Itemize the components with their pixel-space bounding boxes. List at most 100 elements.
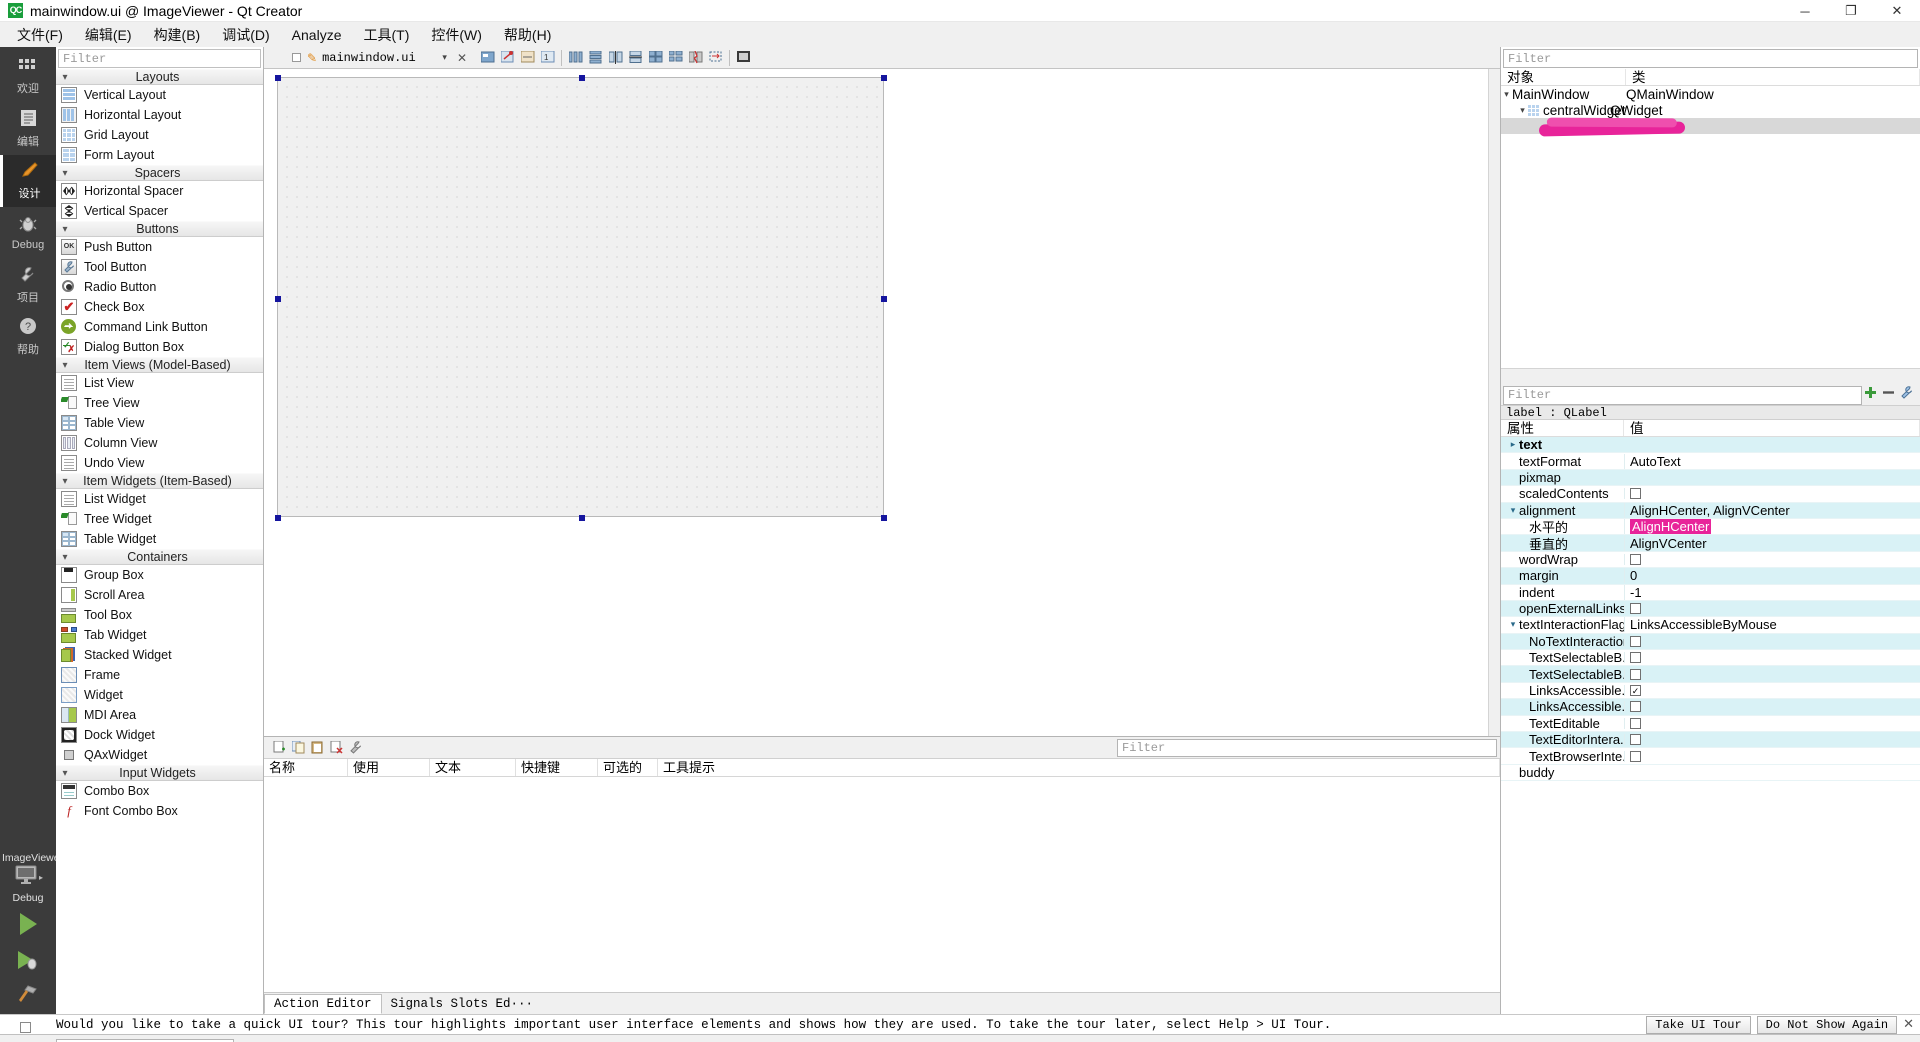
property-value[interactable]: -1: [1624, 584, 1920, 600]
widget-group-input-widgets[interactable]: ▾ Input Widgets: [56, 765, 263, 781]
close-icon[interactable]: ✕: [1903, 1017, 1914, 1032]
paste-icon[interactable]: [308, 739, 327, 757]
property-row-linksaccessible-2[interactable]: LinksAccessible...: [1501, 699, 1920, 716]
property-row-margin[interactable]: margin 0: [1501, 568, 1920, 585]
close-icon[interactable]: ✕: [452, 51, 472, 65]
widget-item-horizontal-spacer[interactable]: Horizontal Spacer: [56, 181, 263, 201]
widget-item-vertical-spacer[interactable]: Vertical Spacer: [56, 201, 263, 221]
widget-item-frame[interactable]: Frame: [56, 665, 263, 685]
resize-handle-tr[interactable]: [881, 75, 887, 81]
edit-buddies-icon[interactable]: [518, 49, 537, 67]
chevron-down-icon[interactable]: ▾: [1501, 89, 1512, 100]
menu-analyze[interactable]: Analyze: [281, 24, 353, 46]
edit-icon[interactable]: [346, 739, 365, 757]
menu-file[interactable]: 文件(F): [6, 22, 74, 48]
property-row-textselectable-2[interactable]: TextSelectableB...: [1501, 666, 1920, 683]
widget-group-containers[interactable]: ▾ Containers: [56, 549, 263, 565]
tree-row-mainwindow[interactable]: ▾ MainWindow QMainWindow: [1501, 86, 1920, 102]
property-row-buddy[interactable]: buddy: [1501, 764, 1920, 782]
edit-widgets-icon[interactable]: [478, 49, 497, 67]
checkbox-unchecked[interactable]: [1630, 734, 1641, 746]
widget-group-spacers[interactable]: ▾ Spacers: [56, 165, 263, 181]
mode-edit[interactable]: 编辑: [0, 103, 56, 155]
checkbox-unchecked[interactable]: [1630, 553, 1641, 565]
kit-project-name[interactable]: ImageViewer: [0, 850, 56, 864]
widget-item-list-view[interactable]: List View: [56, 373, 263, 393]
property-row-indent[interactable]: indent -1: [1501, 584, 1920, 601]
maximize-icon[interactable]: ❐: [1828, 0, 1874, 22]
widget-item-vertical-layout[interactable]: Vertical Layout: [56, 85, 263, 105]
kit-config-row[interactable]: ▸: [0, 864, 56, 890]
widget-item-push-button[interactable]: OK Push Button: [56, 237, 263, 257]
property-row-texteditorinteraction[interactable]: TextEditorIntera...: [1501, 732, 1920, 749]
checkbox-unchecked[interactable]: [1630, 750, 1641, 762]
property-row-scaledcontents[interactable]: scaledContents: [1501, 486, 1920, 503]
widget-item-qax-widget[interactable]: QAxWidget: [56, 745, 263, 765]
form-canvas[interactable]: [264, 69, 1500, 736]
widget-item-tree-widget[interactable]: Tree Widget: [56, 509, 263, 529]
widget-item-tree-view[interactable]: Tree View: [56, 393, 263, 413]
widget-group-buttons[interactable]: ▾ Buttons: [56, 221, 263, 237]
layout-horizontal-icon[interactable]: [566, 49, 585, 67]
property-value[interactable]: 0: [1624, 568, 1920, 584]
widget-item-stacked-widget[interactable]: Stacked Widget: [56, 645, 263, 665]
widget-group-item-views[interactable]: ▾ Item Views (Model-Based): [56, 357, 263, 373]
column-header-text[interactable]: 文本: [430, 759, 516, 776]
property-row-textbrowserinteraction[interactable]: TextBrowserInte...: [1501, 748, 1920, 765]
sidebar-toggle-icon[interactable]: [20, 1021, 31, 1036]
tab-signals-slots-editor[interactable]: Signals Slots Ed···: [382, 995, 543, 1013]
debug-button[interactable]: [0, 944, 56, 980]
property-row-textformat[interactable]: textFormat AutoText: [1501, 453, 1920, 470]
widget-box-filter-input[interactable]: Filter: [58, 49, 261, 68]
chevron-down-icon[interactable]: ▾: [1507, 505, 1519, 516]
layout-grid-icon[interactable]: [646, 49, 665, 67]
edit-tab-order-icon[interactable]: 1: [538, 49, 557, 67]
delete-icon[interactable]: [327, 739, 346, 757]
adjust-size-icon[interactable]: [706, 49, 725, 67]
widget-item-scroll-area[interactable]: Scroll Area: [56, 585, 263, 605]
property-value-highlighted[interactable]: AlignHCenter: [1630, 519, 1712, 535]
widget-item-command-link-button[interactable]: ➜ Command Link Button: [56, 317, 263, 337]
property-value[interactable]: LinksAccessibleByMouse: [1624, 617, 1920, 633]
edit-signals-slots-icon[interactable]: [498, 49, 517, 67]
menu-tools[interactable]: 工具(T): [352, 22, 420, 48]
widget-group-layouts[interactable]: ▾ Layouts: [56, 69, 263, 85]
tree-row-centralwidget[interactable]: ▾ centralWidget QWidget: [1501, 102, 1920, 118]
checkbox-unchecked[interactable]: [1630, 668, 1641, 680]
layout-splitter-v-icon[interactable]: [626, 49, 645, 67]
checkbox-unchecked[interactable]: [1630, 488, 1641, 500]
chevron-down-icon[interactable]: ▾: [1507, 619, 1519, 630]
copy-icon[interactable]: [289, 739, 308, 757]
do-not-show-again-button[interactable]: Do Not Show Again: [1756, 1015, 1898, 1034]
widget-item-widget[interactable]: Widget: [56, 685, 263, 705]
chevron-right-icon[interactable]: ▸: [1507, 439, 1519, 450]
property-value[interactable]: [1624, 488, 1920, 500]
menu-build[interactable]: 构建(B): [143, 22, 212, 48]
resize-handle-br[interactable]: [881, 515, 887, 521]
widget-item-undo-view[interactable]: Undo View: [56, 453, 263, 473]
widget-item-group-box[interactable]: Group Box: [56, 565, 263, 585]
designed-main-window[interactable]: [275, 75, 887, 521]
widget-item-combo-box[interactable]: Combo Box: [56, 781, 263, 801]
widget-item-tool-button[interactable]: Tool Button: [56, 257, 263, 277]
column-header-used[interactable]: 使用: [348, 759, 430, 776]
column-header-checkable[interactable]: 可选的: [598, 759, 658, 776]
mode-design[interactable]: 设计: [0, 155, 56, 207]
action-table-body[interactable]: [264, 777, 1500, 992]
central-widget-surface[interactable]: [279, 79, 882, 515]
widget-item-table-view[interactable]: Table View: [56, 413, 263, 433]
property-row-textselectable-1[interactable]: TextSelectableB...: [1501, 650, 1920, 667]
widget-item-radio-button[interactable]: Radio Button: [56, 277, 263, 297]
run-button[interactable]: [0, 904, 56, 944]
widget-item-table-widget[interactable]: Table Widget: [56, 529, 263, 549]
add-icon[interactable]: [1864, 386, 1877, 403]
property-row-vertical[interactable]: 垂直的 AlignVCenter: [1501, 535, 1920, 552]
property-value[interactable]: AutoText: [1624, 453, 1920, 469]
column-header-value[interactable]: 值: [1624, 420, 1920, 436]
layout-vertical-icon[interactable]: [586, 49, 605, 67]
object-tree-filter-input[interactable]: Filter: [1503, 49, 1918, 68]
property-filter-input[interactable]: Filter: [1503, 385, 1862, 405]
widget-item-tab-widget[interactable]: Tab Widget: [56, 625, 263, 645]
checkbox-unchecked[interactable]: [1630, 701, 1641, 713]
widget-item-dialog-button-box[interactable]: ✓ ✗ Dialog Button Box: [56, 337, 263, 357]
